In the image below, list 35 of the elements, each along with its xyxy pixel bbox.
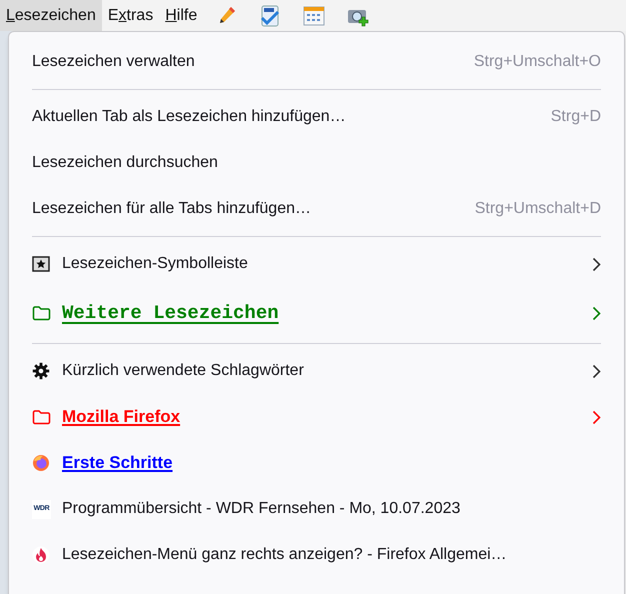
menu-item-label: Weitere Lesezeichen xyxy=(62,300,279,326)
menu-item[interactable]: Lesezeichen für alle Tabs hinzufügen… Strg+Umschalt+D xyxy=(9,186,624,232)
star-box-icon xyxy=(32,256,50,272)
folder-icon xyxy=(32,409,51,425)
menu-bar-item[interactable]: Extras xyxy=(102,0,160,31)
menu-item-label: Erste Schritte xyxy=(62,452,173,474)
menu-item-label: Lesezeichen durchsuchen xyxy=(32,153,218,173)
menu-item[interactable]: Erste Schritte xyxy=(9,440,624,486)
menu-item-label: Programmübersicht - WDR Fernsehen - Mo, 10.07.2023 xyxy=(62,499,460,519)
menu-item-label: Lesezeichen-Symbolleiste xyxy=(62,254,248,274)
folder-icon xyxy=(32,305,51,321)
menu-item[interactable]: Lesezeichen-Symbolleiste xyxy=(9,241,624,287)
menu-item-label: Kürzlich verwendete Schlagwörter xyxy=(62,361,304,381)
menu-item-label: Lesezeichen für alle Tabs hinzufügen… xyxy=(32,199,311,219)
menu-item[interactable]: Lesezeichen verwalten Strg+Umschalt+O xyxy=(9,39,624,85)
shortcut-label: Strg+Umschalt+O xyxy=(474,52,601,72)
menu-item[interactable]: Lesezeichen-Menü ganz rechts anzeigen? - Firefox Allgemei… xyxy=(9,532,624,578)
menu-item-label: Mozilla Firefox xyxy=(62,406,180,428)
shortcut-label: Strg+D xyxy=(550,107,601,127)
validator-check-icon[interactable] xyxy=(259,4,282,26)
menu-item[interactable]: Kürzlich verwendete Schlagwörter xyxy=(9,348,624,394)
menu-item[interactable]: Aktuellen Tab als Lesezeichen hinzufügen… Strg+D xyxy=(9,94,624,140)
calendar-icon[interactable] xyxy=(303,4,326,26)
menu-item-label: Lesezeichen-Menü ganz rechts anzeigen? - Firefox Allgemei… xyxy=(62,545,507,565)
menu-item[interactable]: Lesezeichen durchsuchen xyxy=(9,140,624,186)
menu-item-label: Aktuellen Tab als Lesezeichen hinzufügen… xyxy=(32,107,346,127)
shortcut-label: Strg+Umschalt+D xyxy=(474,199,601,219)
firefox-icon xyxy=(32,454,50,472)
menu-bar-item[interactable]: Lesezeichen xyxy=(0,0,102,31)
flame-icon xyxy=(32,546,50,564)
menu-bar-item[interactable]: Hilfe xyxy=(159,0,204,31)
gear-icon xyxy=(32,362,50,380)
menu-item-label: Lesezeichen verwalten xyxy=(32,52,195,72)
menu-item[interactable]: Weitere Lesezeichen xyxy=(9,287,624,339)
menu-item[interactable]: Mozilla Firefox xyxy=(9,394,624,440)
